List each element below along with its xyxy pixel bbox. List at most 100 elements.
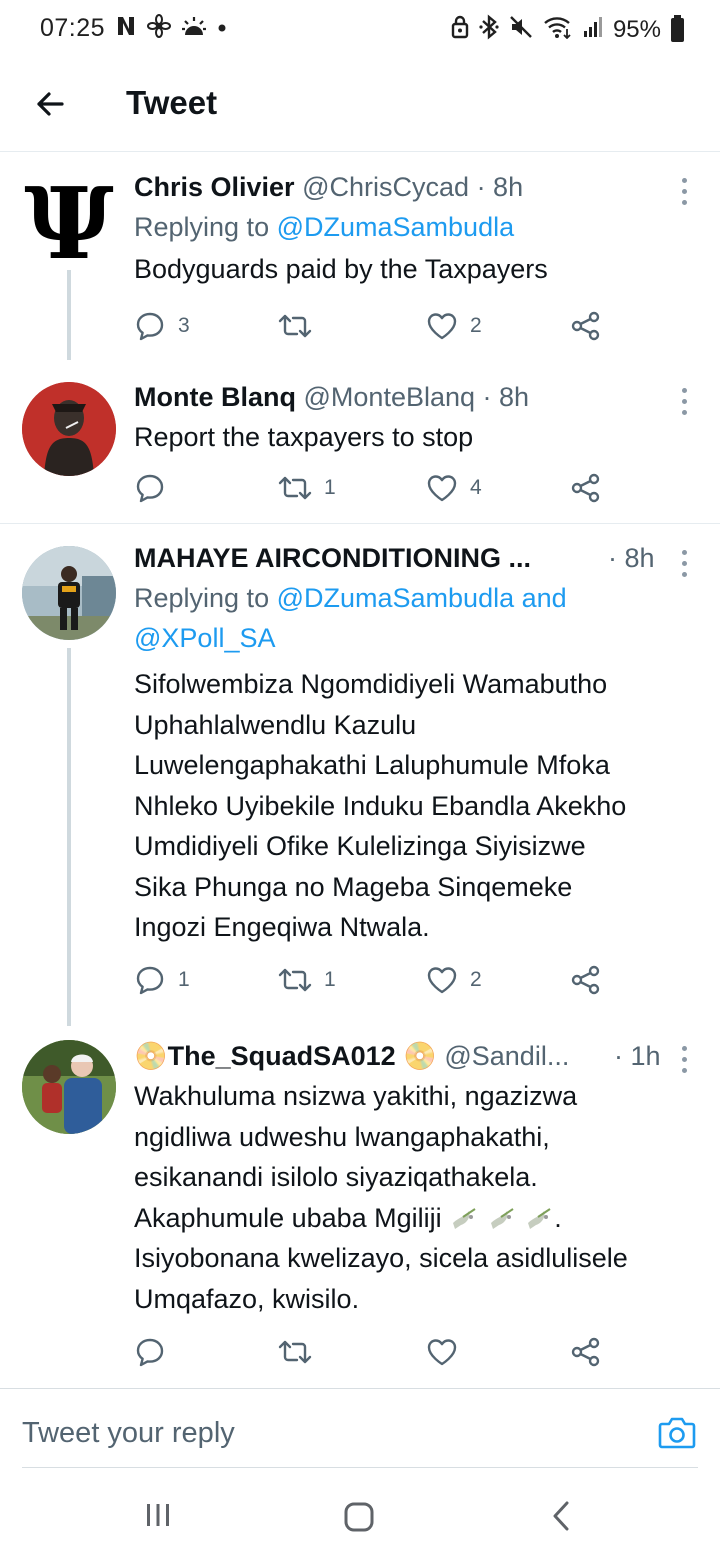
like-button[interactable] — [426, 1336, 458, 1368]
more-options-button[interactable] — [678, 388, 690, 415]
arrow-left-icon — [37, 92, 64, 116]
battery-icon — [671, 14, 684, 42]
reply-button[interactable]: 1 — [134, 964, 190, 996]
system-nav-bar — [0, 1480, 720, 1560]
reply-to-handle[interactable]: @DZumaSambudla — [277, 212, 515, 242]
tweet-text-line: Sika Phunga no Mageba Sinqemeke — [134, 871, 573, 902]
author-name[interactable]: Monte Blanq — [134, 382, 296, 412]
home-button[interactable] — [342, 1500, 376, 1534]
back-nav-button[interactable] — [548, 1500, 576, 1532]
share-button[interactable] — [570, 1336, 602, 1368]
avatar-figure — [22, 1040, 116, 1134]
avatar[interactable] — [22, 546, 116, 640]
reply-input[interactable]: Tweet your reply — [22, 1417, 235, 1450]
tweet-text-line: Luwelengaphakathi Laluphumule Mfoka — [134, 750, 610, 780]
tweet-text-line: Sifolwembiza Ngomdidiyeli Wamabutho — [134, 669, 608, 699]
more-options-button[interactable] — [678, 178, 690, 205]
like-count: 2 — [470, 968, 482, 991]
retweet-count: 1 — [324, 476, 336, 499]
heart-icon — [427, 313, 457, 340]
dove-icon — [490, 1207, 514, 1229]
retweet-icon — [278, 476, 312, 500]
reply-composer: Tweet your reply — [0, 1388, 720, 1480]
share-button[interactable] — [570, 472, 602, 504]
weather-icon — [181, 15, 207, 42]
tweet-text: Sifolwembiza Ngomdidiyeli Wamabutho Upha… — [134, 664, 690, 948]
reply-to-handle[interactable]: @DZumaSambudla and — [277, 583, 567, 613]
tweet-actions: 1 4 — [134, 472, 614, 512]
tweet-text-line: Umqafazo, kwisilo. — [134, 1283, 360, 1314]
tweet-text-segment: . — [554, 1202, 562, 1233]
reply-count: 1 — [178, 968, 190, 991]
tweet-text: Wakhuluma nsizwa yakithi, ngazizwa ngidl… — [134, 1076, 690, 1319]
more-options-button[interactable] — [678, 1046, 690, 1073]
author-handle[interactable]: @MonteBlanq — [304, 382, 476, 412]
tweet-actions: 1 1 2 — [134, 964, 614, 1004]
emoji-icon: 📀 — [403, 1041, 437, 1071]
fan-icon — [147, 14, 172, 43]
emoji-icon: 📀 — [134, 1041, 168, 1071]
like-button[interactable]: 2 — [426, 310, 482, 342]
dove-icon — [453, 1207, 476, 1229]
retweet-button[interactable] — [278, 310, 324, 342]
reply-to-handle-2[interactable]: @XPoll_SA — [134, 623, 275, 653]
author-name[interactable]: The_SquadSA012 — [168, 1041, 396, 1071]
tweet-card[interactable]: 📀The_SquadSA012 📀 @Sandil... · 1h Wakhul… — [0, 1026, 720, 1388]
avatar[interactable]: Ψ — [22, 170, 116, 264]
retweet-button[interactable]: 1 — [278, 964, 336, 996]
like-button[interactable]: 2 — [426, 964, 482, 996]
reply-icon — [136, 966, 164, 995]
tweet-text-line: Nhleko Uyibekile Induku Ebandla Akekho — [134, 790, 627, 821]
tweet-text-line: Umdidiyeli Ofike Kulelizinga Siyisizwe — [134, 831, 586, 861]
page-title: Tweet — [126, 84, 218, 121]
avatar-figure — [22, 382, 116, 476]
share-button[interactable] — [570, 964, 602, 996]
avatar[interactable] — [22, 382, 116, 476]
tweet-text-line: esikanandi isilolo siyaziqathakela. — [134, 1162, 538, 1192]
tweet-actions — [134, 1336, 614, 1376]
heart-icon — [427, 967, 457, 994]
back-button[interactable] — [28, 82, 72, 126]
reply-button[interactable] — [134, 1336, 166, 1368]
avatar-figure — [22, 546, 116, 640]
tweet-text-line: Uphahlalwendlu Kazulu — [134, 709, 417, 740]
more-options-button[interactable] — [678, 550, 690, 577]
tweet-text-line: Wakhuluma nsizwa yakithi, ngazizwa — [134, 1081, 578, 1111]
tweet-time: · 8h — [476, 172, 524, 202]
replying-to-label: Replying to — [134, 583, 277, 613]
status-bar: 07:25 95% — [0, 0, 720, 58]
recent-apps-icon — [147, 1504, 169, 1526]
camera-button[interactable] — [658, 1415, 696, 1456]
netflix-n-icon — [115, 15, 137, 42]
reply-button[interactable]: 3 — [134, 310, 190, 342]
tweet-text-line: ngidliwa udweshu lwangaphakathi, — [134, 1121, 550, 1152]
tweet-text-segment: Akaphumule ubaba Mgiliji — [134, 1202, 442, 1233]
retweet-button[interactable] — [278, 1336, 312, 1368]
author-name[interactable]: Chris Olivier — [134, 172, 295, 202]
recent-apps-button[interactable] — [144, 1500, 172, 1530]
retweet-button[interactable]: 1 — [278, 472, 336, 504]
tweet-card[interactable]: Ψ Chris Olivier @ChrisCycad · 8h Replyin… — [0, 152, 720, 360]
retweet-icon — [278, 1340, 312, 1364]
tweet-actions: 3 2 — [134, 310, 614, 350]
tweet-card[interactable]: Monte Blanq @MonteBlanq · 8h Report the … — [0, 360, 720, 524]
like-button[interactable]: 4 — [426, 472, 482, 504]
share-button[interactable] — [570, 310, 602, 342]
reply-button[interactable] — [134, 472, 178, 504]
bluetooth-icon — [479, 14, 499, 45]
like-count: 4 — [470, 476, 482, 499]
home-icon — [344, 1502, 374, 1532]
reply-count: 3 — [178, 314, 190, 337]
reply-underline — [22, 1467, 698, 1468]
avatar[interactable] — [22, 1040, 116, 1134]
tweet-time: · 8h — [482, 382, 530, 412]
psi-logo: Ψ — [24, 170, 113, 264]
dot-icon — [217, 20, 227, 38]
tweet-card[interactable]: MAHAYE AIRCONDITIONING ... · 8h Replying… — [0, 524, 720, 1026]
share-icon — [571, 311, 600, 341]
author-handle[interactable]: @ChrisCycad — [302, 172, 469, 202]
retweet-icon — [278, 314, 312, 338]
thread-line — [67, 648, 71, 1026]
author-handle[interactable]: @Sandil... — [444, 1041, 569, 1071]
author-name[interactable]: MAHAYE AIRCONDITIONING ... — [134, 543, 531, 573]
